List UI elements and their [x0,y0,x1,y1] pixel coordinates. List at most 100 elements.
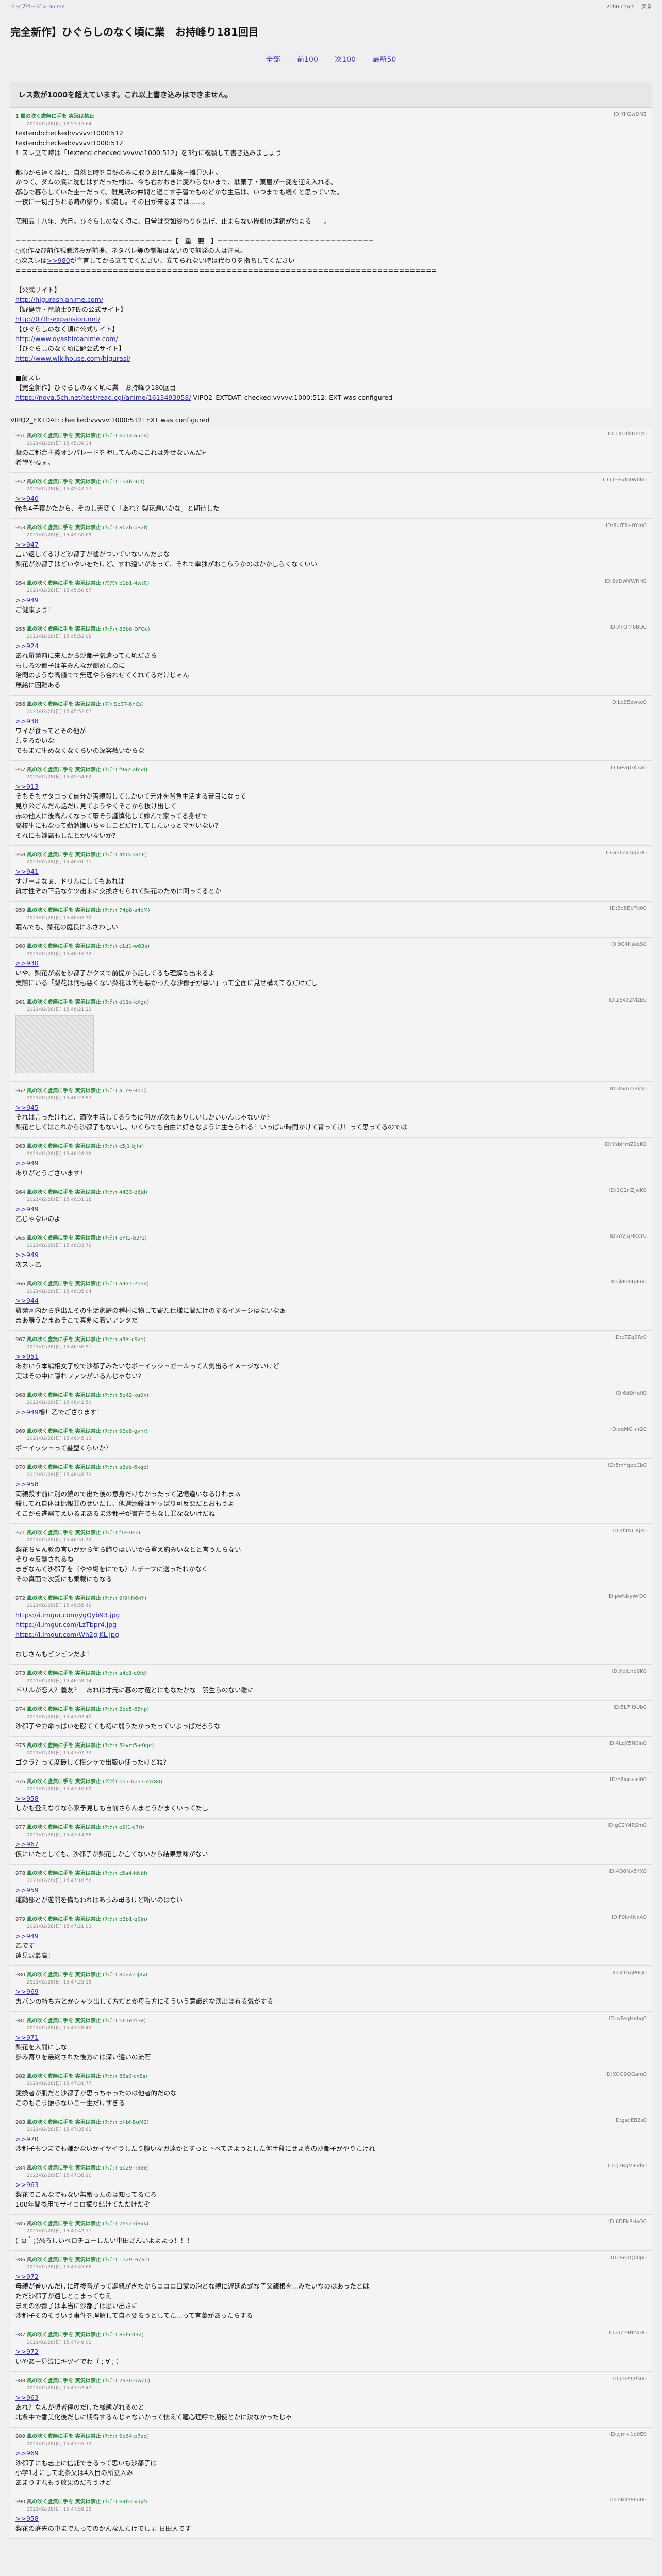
url-link[interactable]: http://www.oyashiroanime.com/ [15,335,118,343]
post-number[interactable]: 983 [15,2120,25,2125]
post-id[interactable]: ID:6evqGK7a0 [609,765,647,773]
url-link[interactable]: https://i.imgur.com/Wh2gjKL.jpg [15,1631,119,1638]
post-id[interactable]: ID:5mYqeeCb0 [608,1463,647,1470]
post-id[interactable]: ID:YIfGwDN3 [614,112,647,120]
post-id[interactable]: ID:6dDWYWRH0 [605,579,647,586]
url-link[interactable]: https://nova.5ch.net/test/read.cgi/anime… [15,394,191,401]
nav-next100-link[interactable]: 次100 [335,56,356,64]
post-id[interactable]: ID:Lc2Eewke0 [610,700,647,707]
reply-anchor-link[interactable]: >>949 [15,1251,39,1259]
post-image-thumbnail[interactable] [15,1015,94,1073]
post-id[interactable]: ID:4D8Nv5YX0 [608,1869,647,1876]
post-id[interactable]: ID:ZS4z2NlzE0 [609,997,647,1005]
reply-anchor-link[interactable]: >>941 [15,868,39,875]
post-id[interactable]: ID:zf4NCAjx0 [613,1528,647,1536]
post-number[interactable]: 972 [15,1596,25,1601]
url-link[interactable]: http://www.wikihouse.com/higurasi/ [15,354,130,362]
reply-anchor-link[interactable]: >>963 [15,2181,39,2189]
post-number[interactable]: 953 [15,525,25,531]
post-id[interactable]: ID:QF+VK4WbK0 [603,477,647,485]
post-number[interactable]: 966 [15,1281,25,1287]
top-bar-back-link[interactable]: 戻る [641,4,652,10]
post-id[interactable]: ID:O7F9tIzXH0 [609,2330,647,2338]
post-number[interactable]: 976 [15,1779,25,1785]
reply-anchor-link[interactable]: >>949 [15,1159,39,1167]
url-link[interactable]: http://07th-expansion.net/ [15,315,100,323]
post-id[interactable]: ID:ueMCl+r20 [610,1427,647,1434]
breadcrumb-board-link[interactable]: anime [49,4,65,10]
reply-anchor-link[interactable]: >>972 [15,2273,39,2280]
post-id[interactable]: ID:pwNbyWrD0 [607,1594,647,1601]
post-id[interactable]: ID:IrThqP0Q0 [613,1970,647,1978]
reply-anchor-link[interactable]: >>969 [15,2449,39,2457]
post-number[interactable]: 958 [15,852,25,858]
reply-anchor-link[interactable]: >>938 [15,717,39,725]
post-number[interactable]: 980 [15,1972,25,1978]
post-id[interactable]: ID:XOO9QGam0 [605,2072,647,2079]
reply-anchor-link[interactable]: >>963 [15,2394,39,2401]
post-id[interactable]: ID:F0Iv4NxA0 [611,1914,647,1922]
post-number[interactable]: 963 [15,1144,25,1149]
post-number[interactable]: 979 [15,1917,25,1922]
post-id[interactable]: ID:zJm+1q0E0 [609,2432,647,2439]
post-id[interactable]: ID:YsbHmZ9eK0 [605,1142,647,1149]
reply-anchor-link[interactable]: >>949 [15,1205,39,1213]
post-number[interactable]: 956 [15,702,25,707]
post-id[interactable]: ID:gsdEB2s0 [614,2117,647,2125]
post-number[interactable]: 989 [15,2434,25,2439]
reply-anchor-link[interactable]: >>980 [47,257,70,264]
url-link[interactable]: http://higurashianime.com/ [15,296,103,303]
post-number[interactable]: 974 [15,1707,25,1713]
post-number[interactable]: 971 [15,1530,25,1536]
post-number[interactable]: 961 [15,999,25,1005]
reply-anchor-link[interactable]: >>924 [15,642,39,650]
post-number[interactable]: 975 [15,1743,25,1749]
reply-anchor-link[interactable]: >>949 [15,596,39,604]
reply-anchor-link[interactable]: >>971 [15,2033,39,2041]
post-number[interactable]: 959 [15,908,25,913]
reply-anchor-link[interactable]: >>967 [15,1840,39,1848]
url-link[interactable]: https://i.imgur.com/ygQyb93.jpg [15,1611,120,1619]
reply-anchor-link[interactable]: >>959 [15,1886,39,1894]
post-number[interactable]: 969 [15,1429,25,1434]
reply-anchor-link[interactable]: >>969 [15,1988,39,1995]
reply-anchor-link[interactable]: >>930 [15,959,39,967]
nav-latest50-link[interactable]: 最新50 [373,56,396,64]
reply-anchor-link[interactable]: >>958 [15,2515,39,2522]
post-id[interactable]: ID:5L7Il9Ub0 [614,1705,647,1713]
post-id[interactable]: ID:wFeqHebq0 [609,2016,647,2024]
breadcrumb-home-link[interactable]: トップページ [10,4,41,10]
post-id[interactable]: ID:ah6o4GqkH0 [606,850,647,858]
post-number[interactable]: 964 [15,1190,25,1195]
post-number[interactable]: 967 [15,1337,25,1343]
post-number[interactable]: 952 [15,479,25,485]
post-id[interactable]: ID:jkKH4pEu0 [611,1279,647,1287]
post-number[interactable]: 990 [15,2499,25,2505]
post-id[interactable]: ID:XoILhd0K0 [612,1669,647,1676]
post-id[interactable]: ID:c7Zq9Rr0 [614,1335,647,1343]
post-number[interactable]: 965 [15,1235,25,1241]
post-id[interactable]: ID:l9n3Qb0p0 [611,2255,647,2263]
post-id[interactable]: ID:g7RgV+Vh0 [608,2163,647,2171]
post-number[interactable]: 955 [15,626,25,632]
url-link[interactable]: https://i.imgur.com/LzTbpr4.jpg [15,1621,117,1629]
reply-anchor-link[interactable]: >>944 [15,1297,39,1304]
post-id[interactable]: ID:6d9Hufl0 [616,1391,647,1398]
post-number[interactable]: 962 [15,1088,25,1094]
reply-anchor-link[interactable]: >>970 [15,2135,39,2143]
nav-prev100-link[interactable]: 前100 [297,56,318,64]
post-number[interactable]: 970 [15,1465,25,1470]
post-id[interactable]: ID:XTQm6BD0 [609,624,647,632]
post-id[interactable]: ID:JmPTzfsu0 [613,2376,647,2384]
reply-anchor-link[interactable]: >>951 [15,1352,39,1360]
reply-anchor-link[interactable]: >>958 [15,1794,39,1802]
post-number[interactable]: 1 [15,114,19,120]
reply-anchor-link[interactable]: >>945 [15,1104,39,1111]
post-number[interactable]: 988 [15,2378,25,2384]
post-id[interactable]: ID:nR4zP6u00 [610,2497,647,2505]
nav-all-link[interactable]: 全部 [266,56,280,64]
reply-anchor-link[interactable]: >>958 [15,1480,39,1488]
post-id[interactable]: ID:6DEkPHaO0 [608,2219,647,2227]
post-number[interactable]: 968 [15,1393,25,1398]
post-number[interactable]: 977 [15,1825,25,1831]
